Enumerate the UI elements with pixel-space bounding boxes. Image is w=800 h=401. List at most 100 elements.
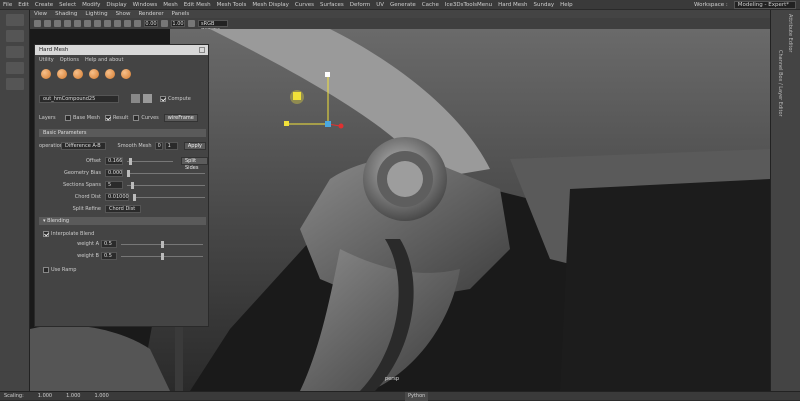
scale-tool-icon[interactable] (5, 78, 24, 90)
sections-spans-field[interactable]: 5 (105, 181, 123, 189)
menu-modify[interactable]: Modify (79, 2, 103, 8)
use-ramp-checkbox[interactable] (43, 266, 49, 273)
panel-titlebar[interactable]: Hard Mesh (35, 45, 208, 55)
colorspace-dropdown[interactable]: sRGB gamma (198, 20, 228, 33)
menu-mesh[interactable]: Mesh (160, 2, 180, 8)
compute-checkbox[interactable] (160, 95, 166, 102)
lights-icon[interactable] (84, 20, 91, 27)
menu-help[interactable]: Help (557, 2, 576, 8)
hud-icon[interactable] (124, 20, 131, 27)
weight-a-field[interactable]: 0.5 (101, 240, 117, 248)
smooth-shade-icon[interactable] (64, 20, 71, 27)
menu-hard-mesh[interactable]: Hard Mesh (495, 2, 530, 8)
geometry-bias-slider[interactable] (127, 170, 205, 177)
menu-edit[interactable]: Edit (15, 2, 32, 8)
sections-spans-knob[interactable] (131, 182, 134, 189)
intersection-icon[interactable] (73, 69, 83, 79)
vp-menu-renderer[interactable]: Renderer (134, 11, 167, 17)
wireframe-icon[interactable] (54, 20, 61, 27)
vp-menu-shading[interactable]: Shading (51, 11, 81, 17)
apply-button[interactable]: Apply (183, 141, 206, 150)
smooth-mesh-field[interactable]: 0 (154, 141, 163, 150)
panel-menu-options[interactable]: Options (60, 57, 79, 63)
menu-file[interactable]: File (0, 2, 15, 8)
offset-slider-knob[interactable] (129, 158, 132, 165)
curves-checkbox[interactable] (133, 114, 140, 121)
mesh-a-icon[interactable] (131, 94, 140, 103)
exposure-field[interactable]: 0.00 (144, 20, 158, 27)
menu-ice3dstools[interactable]: Ice3DsToolsMenu (442, 2, 495, 8)
vp-menu-lighting[interactable]: Lighting (81, 11, 111, 17)
union-icon[interactable] (41, 69, 51, 79)
manip-x-handle[interactable] (284, 121, 289, 126)
menu-curves[interactable]: Curves (292, 2, 317, 8)
slice-icon[interactable] (89, 69, 99, 79)
lasso-tool-icon[interactable] (5, 30, 24, 42)
attribute-editor-tab[interactable]: Attribute Editor (787, 14, 793, 52)
camera-icon[interactable] (34, 20, 41, 27)
mesh-b-icon[interactable] (143, 94, 152, 103)
sections-spans-slider[interactable] (127, 182, 205, 189)
manip-z-handle[interactable] (338, 123, 344, 129)
select-tool-icon[interactable] (5, 14, 24, 26)
object-dropdown[interactable]: out_hmCompound25 (39, 94, 119, 103)
chord-dist-field[interactable]: 0.01000 (105, 193, 129, 201)
gamma-field[interactable]: 1.00 (171, 20, 185, 27)
menu-generate[interactable]: Generate (387, 2, 419, 8)
textured-icon[interactable] (74, 20, 81, 27)
menu-mesh-tools[interactable]: Mesh Tools (214, 2, 250, 8)
weight-b-knob[interactable] (160, 253, 164, 260)
menu-windows[interactable]: Windows (130, 2, 161, 8)
menu-display[interactable]: Display (103, 2, 129, 8)
channel-box-tab[interactable]: Channel Box / Layer Editor (777, 50, 783, 117)
isolate-icon[interactable] (104, 20, 111, 27)
basic-params-header[interactable]: Basic Parameters (39, 129, 206, 137)
geometry-bias-knob[interactable] (127, 170, 130, 177)
rotate-tool-icon[interactable] (5, 62, 24, 74)
move-tool-icon[interactable] (5, 46, 24, 58)
panel-menu-utility[interactable]: Utility (39, 57, 54, 63)
panel-close-icon[interactable] (199, 47, 205, 53)
geometry-bias-field[interactable]: 0.000 (105, 169, 123, 177)
split-sides-button[interactable]: Split Sides (181, 157, 208, 171)
offset-field[interactable]: 0.166 (105, 157, 123, 165)
panel-menu-help[interactable]: Help and about (85, 57, 123, 63)
menu-mesh-display[interactable]: Mesh Display (249, 2, 292, 8)
difference-icon[interactable] (57, 69, 67, 79)
grid-icon[interactable] (44, 20, 51, 27)
vp-menu-show[interactable]: Show (112, 11, 135, 17)
vp-menu-view[interactable]: View (30, 11, 51, 17)
weight-b-slider[interactable] (121, 253, 203, 260)
menu-sunday[interactable]: Sunday (531, 2, 558, 8)
workspace-dropdown[interactable]: Modeling - Expert* (733, 0, 796, 9)
shadows-icon[interactable] (94, 20, 101, 27)
result-checkbox[interactable] (104, 114, 111, 121)
menu-edit-mesh[interactable]: Edit Mesh (181, 2, 214, 8)
xray-icon[interactable] (114, 20, 121, 27)
chord-dist-knob[interactable] (133, 194, 136, 201)
manip-y-handle[interactable] (325, 72, 330, 77)
menu-cache[interactable]: Cache (419, 2, 442, 8)
offset-slider[interactable] (127, 158, 173, 165)
blending-header[interactable]: ▾ Blending (39, 217, 206, 225)
menu-select[interactable]: Select (56, 2, 79, 8)
weight-a-slider[interactable] (121, 241, 203, 248)
menu-deform[interactable]: Deform (347, 2, 373, 8)
chord-dist-slider[interactable] (133, 194, 205, 201)
interpolate-blend-checkbox[interactable] (43, 230, 49, 237)
operation-dropdown[interactable]: Difference A-B (61, 141, 106, 150)
vp-menu-panels[interactable]: Panels (168, 11, 194, 17)
color-management-icon[interactable] (188, 20, 195, 27)
wireframe-button[interactable]: wireFrame (163, 113, 198, 122)
menu-create[interactable]: Create (32, 2, 56, 8)
base-mesh-checkbox[interactable] (65, 114, 71, 121)
split-icon[interactable] (105, 69, 115, 79)
weight-b-field[interactable]: 0.5 (101, 252, 117, 260)
add-icon[interactable] (121, 69, 131, 79)
menu-surfaces[interactable]: Surfaces (317, 2, 347, 8)
menu-uv[interactable]: UV (373, 2, 387, 8)
manip-center-handle[interactable] (325, 121, 331, 127)
split-refine-dropdown[interactable]: Chord Dist (105, 205, 141, 213)
smooth-mesh-field-2[interactable]: 1 (164, 141, 178, 150)
weight-a-knob[interactable] (160, 241, 164, 248)
